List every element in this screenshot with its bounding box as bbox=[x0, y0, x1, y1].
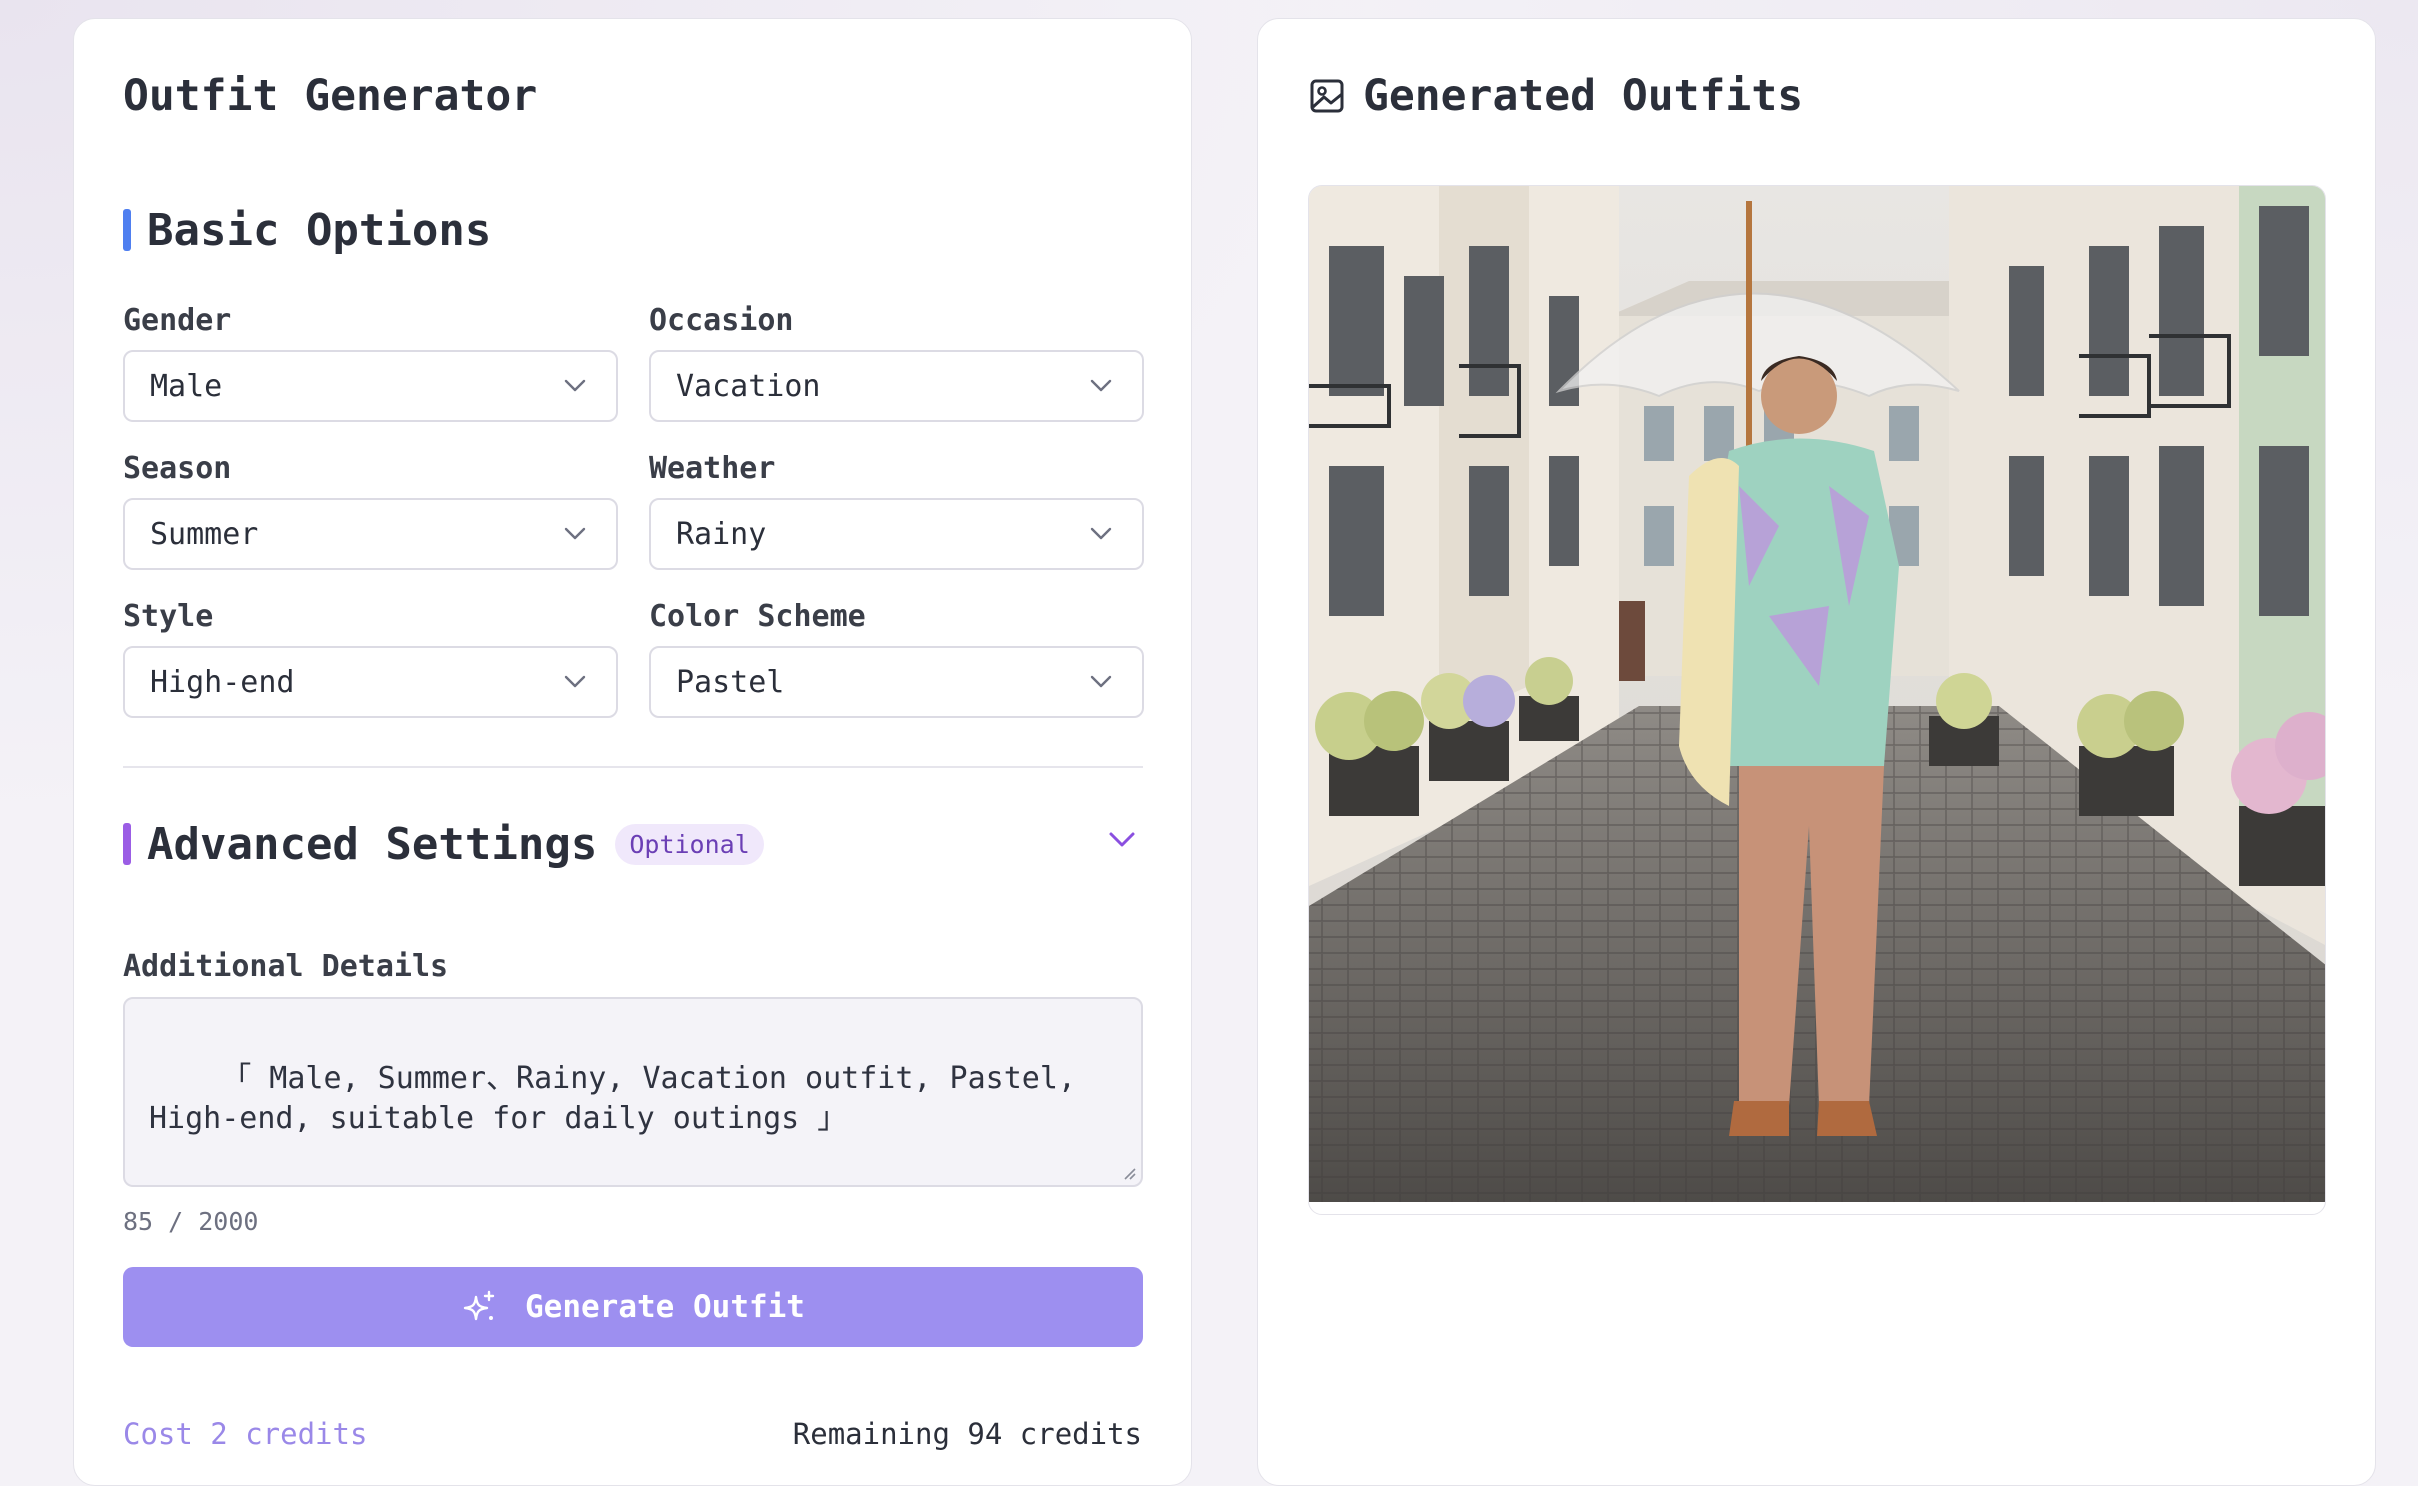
gender-value: Male bbox=[150, 369, 222, 404]
section-accent-bar bbox=[123, 209, 131, 251]
season-select[interactable]: Summer bbox=[123, 498, 618, 570]
chevron-down-icon bbox=[1090, 527, 1112, 541]
chevron-down-icon bbox=[564, 675, 586, 689]
style-select[interactable]: High-end bbox=[123, 646, 618, 718]
generated-outfit-card[interactable] bbox=[1308, 185, 2326, 1215]
generated-outfits-title: Generated Outfits bbox=[1363, 71, 1803, 121]
section-accent-bar bbox=[123, 823, 131, 865]
panel-title: Outfit Generator bbox=[123, 71, 537, 121]
generated-outfits-header: Generated Outfits bbox=[1309, 71, 1803, 121]
additional-details-label: Additional Details bbox=[123, 949, 448, 984]
color-scheme-select[interactable]: Pastel bbox=[649, 646, 1144, 718]
gender-select[interactable]: Male bbox=[123, 350, 618, 422]
additional-details-textarea[interactable]: 「 Male, Summer、Rainy, Vacation outfit, P… bbox=[123, 997, 1143, 1187]
occasion-select[interactable]: Vacation bbox=[649, 350, 1144, 422]
style-label: Style bbox=[123, 599, 213, 634]
weather-select[interactable]: Rainy bbox=[649, 498, 1144, 570]
generated-outfits-panel: Generated Outfits bbox=[1257, 18, 2376, 1486]
character-counter: 85 / 2000 bbox=[123, 1207, 258, 1236]
generated-outfit-image bbox=[1309, 186, 2326, 1202]
advanced-settings-header[interactable]: Advanced Settings Optional bbox=[123, 821, 764, 867]
advanced-settings-title: Advanced Settings bbox=[147, 819, 597, 870]
chevron-down-icon bbox=[564, 379, 586, 393]
basic-options-header: Basic Options bbox=[123, 207, 491, 253]
resize-grip-icon[interactable] bbox=[1121, 1165, 1137, 1181]
additional-details-value: 「 Male, Summer、Rainy, Vacation outfit, P… bbox=[149, 1061, 1094, 1136]
season-value: Summer bbox=[150, 517, 258, 552]
color-scheme-label: Color Scheme bbox=[649, 599, 866, 634]
section-divider bbox=[123, 766, 1143, 768]
image-icon bbox=[1309, 78, 1345, 114]
occasion-label: Occasion bbox=[649, 303, 794, 338]
sparkles-icon bbox=[461, 1289, 497, 1325]
gender-label: Gender bbox=[123, 303, 231, 338]
chevron-down-icon[interactable] bbox=[1108, 831, 1136, 849]
chevron-down-icon bbox=[1090, 675, 1112, 689]
remaining-credits-text: Remaining 94 credits bbox=[793, 1417, 1142, 1451]
season-label: Season bbox=[123, 451, 231, 486]
weather-label: Weather bbox=[649, 451, 775, 486]
chevron-down-icon bbox=[1090, 379, 1112, 393]
chevron-down-icon bbox=[564, 527, 586, 541]
optional-badge: Optional bbox=[615, 824, 763, 865]
generate-outfit-button[interactable]: Generate Outfit bbox=[123, 1267, 1143, 1347]
style-value: High-end bbox=[150, 665, 295, 700]
occasion-value: Vacation bbox=[676, 369, 821, 404]
cost-text: Cost 2 credits bbox=[123, 1417, 367, 1451]
outfit-generator-panel: Outfit Generator Basic Options Gender Ma… bbox=[73, 18, 1192, 1486]
color-scheme-value: Pastel bbox=[676, 665, 784, 700]
generate-outfit-label: Generate Outfit bbox=[525, 1289, 805, 1325]
basic-options-title: Basic Options bbox=[147, 205, 491, 256]
weather-value: Rainy bbox=[676, 517, 766, 552]
